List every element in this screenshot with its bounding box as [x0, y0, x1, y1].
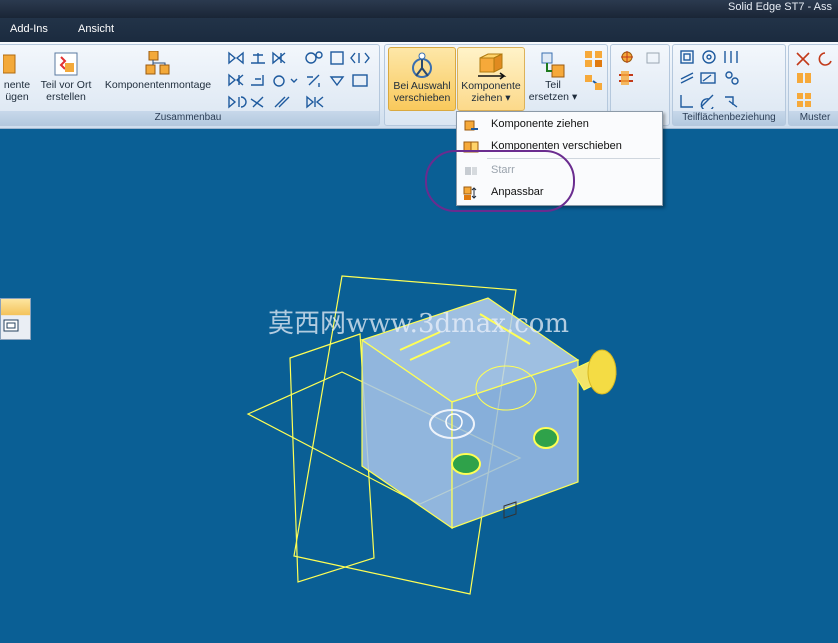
teil-ersetzen-line1: Teil [545, 79, 561, 91]
group-muster-label: Muster [789, 111, 838, 125]
menu-item-label: Komponente ziehen [491, 118, 589, 130]
teil-ersetzen-line2-text: ersetzen [528, 91, 570, 103]
komponente-ziehen-button[interactable]: Komponente ziehen ▾ [457, 47, 525, 111]
teil-vor-ort-button[interactable]: Teil vor Ort erstellen [37, 51, 95, 103]
menu-add-ins[interactable]: Add-Ins [10, 23, 48, 35]
window-title: Solid Edge ST7 - Ass [728, 1, 832, 13]
menu-ansicht[interactable]: Ansicht [78, 23, 114, 35]
component-icon [0, 51, 23, 77]
bei-auswahl-verschieben-button[interactable]: Bei Auswahl verschieben [388, 47, 456, 111]
komponentenmontage-button[interactable]: Komponentenmontage [97, 50, 219, 91]
komponente-einfuegen-line1: nente [3, 79, 31, 91]
drag-component-icon [464, 120, 478, 131]
panel-icon [3, 319, 19, 332]
teil-vor-ort-line1: Teil vor Ort [40, 79, 92, 91]
misc-tools-icons[interactable] [617, 49, 665, 99]
face-relate-icons[interactable] [679, 49, 783, 109]
komponente-ziehen-line2-text: ziehen [471, 92, 503, 104]
assembly-icon [145, 50, 171, 77]
chevron-down-icon: ▾ [571, 91, 578, 103]
move-on-select-icon [409, 52, 435, 78]
menu-item-komponente-ziehen[interactable]: Komponente ziehen [457, 114, 662, 136]
komponentenmontage-label: Komponentenmontage [104, 79, 212, 91]
menu-bar: Add-Ins Ansicht [0, 18, 838, 42]
group-zusammenbau-label: Zusammenbau [0, 111, 379, 125]
bei-auswahl-line1: Bei Auswahl [393, 80, 451, 92]
pattern-icons[interactable] [795, 49, 838, 109]
side-panel-tab[interactable] [0, 298, 31, 340]
create-in-place-icon [53, 51, 79, 77]
komponente-einfuegen-line2: ügen [5, 91, 29, 103]
group-teilflaechen-label: Teilflächenbeziehung [673, 111, 785, 125]
chevron-down-icon: ▾ [505, 92, 511, 104]
group-muster: Muster [788, 44, 838, 126]
relationship-tools-icons[interactable] [227, 49, 377, 111]
ribbon: nente ügen Teil vor Ort erstellen Kompon… [0, 42, 838, 129]
group-teilflaechen: Teilflächenbeziehung [672, 44, 786, 126]
annotation-highlight-circle [425, 150, 575, 212]
teil-vor-ort-line2: erstellen [46, 91, 86, 103]
3d-viewport[interactable] [0, 128, 838, 643]
drag-component-icon [474, 52, 508, 80]
teil-ersetzen-button[interactable]: Teil ersetzen ▾ [527, 51, 579, 103]
watermark-text: 莫西网www.3dmax.com [268, 309, 570, 339]
title-bar: Solid Edge ST7 - Ass [0, 0, 838, 18]
transfer-icons[interactable] [583, 49, 605, 93]
bei-auswahl-line2: verschieben [393, 92, 451, 104]
group-zusammenbau: nente ügen Teil vor Ort erstellen Kompon… [0, 44, 380, 126]
teil-ersetzen-line2: ersetzen ▾ [527, 91, 579, 103]
komponente-ziehen-line2: ziehen ▾ [458, 92, 524, 104]
replace-part-icon [540, 51, 566, 78]
komponente-einfuegen-button[interactable]: nente ügen [0, 51, 37, 103]
komponente-ziehen-line1: Komponente [461, 80, 521, 92]
